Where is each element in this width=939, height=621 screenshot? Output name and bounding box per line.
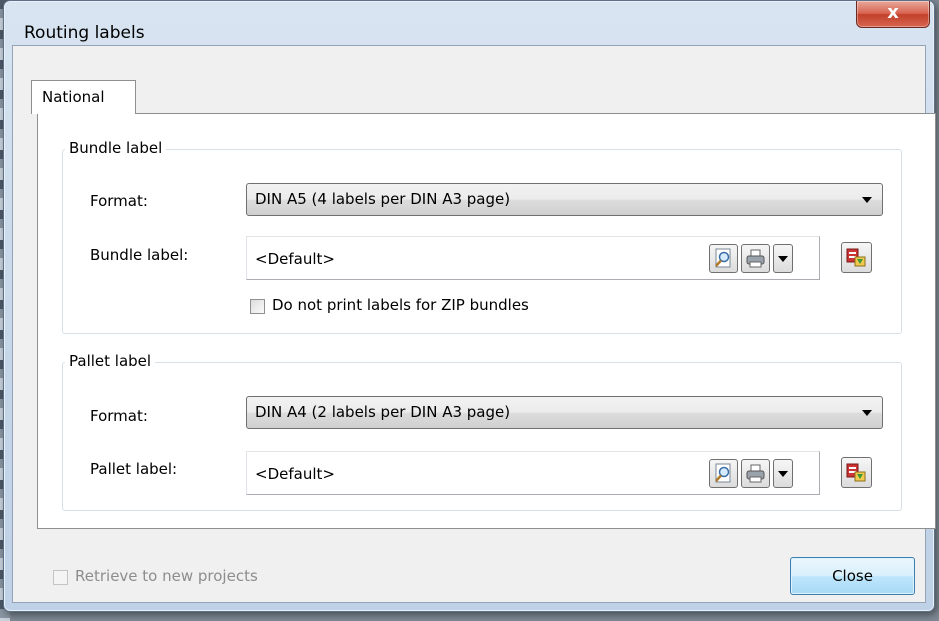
retrieve-new-projects-label: Retrieve to new projects: [75, 567, 258, 585]
printer-icon: [746, 249, 765, 268]
pallet-label-value: <Default>: [255, 465, 335, 483]
label-layout-edit-icon: [846, 248, 866, 267]
close-button[interactable]: Close: [790, 557, 915, 595]
tab-panel-national: Bundle label Format: DIN A5 (4 labels pe…: [37, 113, 936, 529]
bundle-label-field-label: Bundle label:: [90, 246, 189, 264]
zip-bundles-checkbox[interactable]: [250, 299, 265, 314]
close-icon: x: [887, 2, 899, 23]
pallet-preview-button[interactable]: [709, 459, 738, 488]
pallet-label-group: Pallet label Format: DIN A4 (2 labels pe…: [62, 352, 902, 511]
title-bar[interactable]: Routing labels: [4, 1, 934, 43]
bundle-print-button[interactable]: [741, 244, 770, 273]
bundle-format-value: DIN A5 (4 labels per DIN A3 page): [255, 190, 511, 208]
tab-label: National: [42, 88, 105, 106]
pallet-format-value: DIN A4 (2 labels per DIN A3 page): [255, 403, 511, 421]
label-layout-edit-icon: [846, 463, 866, 482]
bundle-label-input[interactable]: <Default>: [246, 236, 820, 280]
bundle-print-options-button[interactable]: [773, 244, 793, 273]
zip-bundles-checkbox-label: Do not print labels for ZIP bundles: [272, 296, 529, 314]
chevron-down-icon: [862, 197, 872, 203]
pallet-format-select[interactable]: DIN A4 (2 labels per DIN A3 page): [246, 396, 883, 429]
bundle-format-label: Format:: [90, 192, 148, 210]
tab-national[interactable]: National: [31, 80, 136, 114]
pallet-label-input[interactable]: <Default>: [246, 451, 820, 495]
bundle-edit-layout-button[interactable]: [841, 242, 872, 273]
magnifier-preview-icon: [715, 248, 731, 268]
pallet-group-title: Pallet label: [65, 352, 156, 370]
bundle-label-group: Bundle label Format: DIN A5 (4 labels pe…: [62, 139, 902, 334]
bundle-label-value: <Default>: [255, 250, 335, 268]
window-title: Routing labels: [24, 23, 145, 43]
chevron-down-icon: [862, 410, 872, 416]
bundle-format-select[interactable]: DIN A5 (4 labels per DIN A3 page): [246, 183, 883, 216]
magnifier-preview-icon: [715, 463, 731, 483]
retrieve-new-projects-checkbox[interactable]: [53, 570, 68, 585]
pallet-label-field-label: Pallet label:: [90, 460, 178, 478]
bundle-preview-button[interactable]: [709, 244, 738, 273]
chevron-down-icon: [778, 256, 788, 262]
pallet-edit-layout-button[interactable]: [841, 457, 872, 488]
bundle-group-title: Bundle label: [65, 139, 167, 157]
pallet-print-button[interactable]: [741, 459, 770, 488]
printer-icon: [746, 464, 765, 483]
window-close-button[interactable]: x: [856, 1, 930, 28]
chevron-down-icon: [778, 471, 788, 477]
pallet-print-options-button[interactable]: [773, 459, 793, 488]
pallet-format-label: Format:: [90, 407, 148, 425]
